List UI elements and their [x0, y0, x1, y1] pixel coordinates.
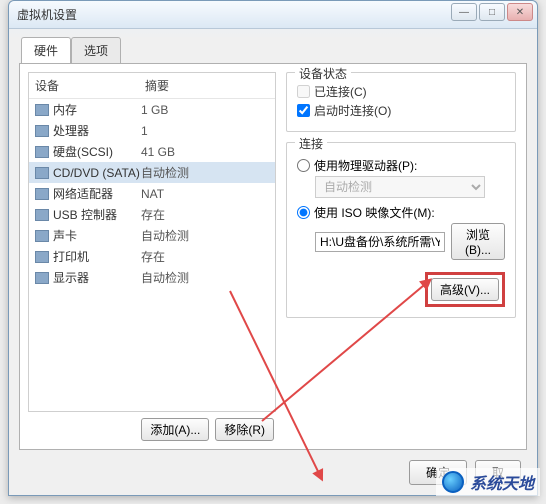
remove-hardware-button[interactable]: 移除(R)	[215, 418, 274, 441]
cpu-icon	[35, 125, 49, 137]
watermark-text: 系统天地	[470, 470, 534, 494]
hardware-name: 处理器	[53, 122, 89, 139]
use-iso-radio[interactable]	[297, 206, 310, 219]
hardware-name: 硬盘(SCSI)	[53, 143, 113, 160]
hardware-row[interactable]: 硬盘(SCSI) 41 GB	[29, 141, 275, 162]
hardware-row[interactable]: USB 控制器 存在	[29, 204, 275, 225]
tab-options[interactable]: 选项	[71, 37, 121, 64]
connected-checkbox	[297, 85, 310, 98]
hardware-summary: NAT	[141, 187, 269, 201]
iso-path-input[interactable]	[315, 232, 445, 252]
window-controls: — □ ✕	[451, 3, 533, 21]
poweron-label: 启动时连接(O)	[314, 102, 391, 119]
device-config-pane: 设备状态 已连接(C) 启动时连接(O) 连接 使用物理驱动器(P):	[286, 72, 518, 441]
close-button[interactable]: ✕	[507, 3, 533, 21]
watermark-logo-icon	[442, 471, 464, 493]
hardware-list-header: 设备 摘要	[29, 73, 275, 99]
vm-settings-window: 虚拟机设置 — □ ✕ 硬件 选项 设备 摘要 内存 1 GB 处理器 1 硬盘(SCS…	[8, 0, 538, 496]
physical-drive-select: 自动检测	[315, 176, 485, 198]
connection-title: 连接	[295, 135, 327, 152]
sound-icon	[35, 230, 49, 242]
hardware-row[interactable]: CD/DVD (SATA)自动检测	[29, 162, 275, 183]
use-physical-label: 使用物理驱动器(P):	[314, 157, 417, 174]
hardware-name: 内存	[53, 101, 77, 118]
hardware-row[interactable]: 处理器 1	[29, 120, 275, 141]
hardware-row[interactable]: 网络适配器 NAT	[29, 183, 275, 204]
hardware-name: 声卡	[53, 227, 77, 244]
hardware-row[interactable]: 内存 1 GB	[29, 99, 275, 120]
memory-icon	[35, 104, 49, 116]
hardware-name: 网络适配器	[53, 185, 113, 202]
hardware-name: USB 控制器	[53, 206, 117, 223]
use-physical-radio[interactable]	[297, 159, 310, 172]
disk-icon	[35, 146, 49, 158]
hardware-summary: 自动检测	[141, 227, 269, 244]
titlebar[interactable]: 虚拟机设置 — □ ✕	[9, 1, 537, 29]
net-icon	[35, 188, 49, 200]
hardware-summary: 存在	[141, 248, 269, 265]
poweron-checkbox-row[interactable]: 启动时连接(O)	[297, 102, 505, 119]
window-body: 硬件 选项 设备 摘要 内存1 GB处理器1硬盘(SCSI)41 GBCD/DV…	[9, 29, 537, 495]
hardware-list: 设备 摘要 内存1 GB处理器1硬盘(SCSI)41 GBCD/DVD (SAT…	[28, 72, 276, 412]
cd-icon	[35, 167, 49, 179]
hardware-list-body: 内存1 GB处理器1硬盘(SCSI)41 GBCD/DVD (SATA)自动检测…	[29, 99, 275, 411]
use-iso-radio-row[interactable]: 使用 ISO 映像文件(M):	[297, 204, 505, 221]
advanced-row: 高级(V)...	[297, 272, 505, 307]
device-status-title: 设备状态	[295, 65, 351, 82]
hardware-summary: 自动检测	[141, 269, 269, 286]
window-title: 虚拟机设置	[17, 6, 77, 23]
use-iso-label: 使用 ISO 映像文件(M):	[314, 204, 435, 221]
hardware-summary: 41 GB	[141, 145, 269, 159]
hardware-row[interactable]: 打印机 存在	[29, 246, 275, 267]
col-summary: 摘要	[145, 77, 169, 94]
connected-label: 已连接(C)	[314, 83, 367, 100]
hardware-summary: 存在	[141, 206, 269, 223]
watermark: 系统天地	[436, 468, 540, 496]
advanced-highlight: 高级(V)...	[425, 272, 505, 307]
hardware-row[interactable]: 声卡 自动检测	[29, 225, 275, 246]
connected-checkbox-row[interactable]: 已连接(C)	[297, 83, 505, 100]
printer-icon	[35, 251, 49, 263]
connection-group: 连接 使用物理驱动器(P): 自动检测 使用 ISO 映像文件(M):	[286, 142, 516, 318]
hardware-name: 打印机	[53, 248, 89, 265]
hardware-name: 显示器	[53, 269, 89, 286]
iso-path-row: 浏览(B)...	[315, 223, 505, 260]
hardware-summary: 1	[141, 124, 269, 138]
usb-icon	[35, 209, 49, 221]
tabstrip: 硬件 选项	[19, 37, 527, 64]
minimize-button[interactable]: —	[451, 3, 477, 21]
hardware-summary: 自动检测	[141, 164, 269, 181]
advanced-button[interactable]: 高级(V)...	[431, 278, 499, 301]
browse-button[interactable]: 浏览(B)...	[451, 223, 505, 260]
col-device: 设备	[35, 77, 145, 94]
hardware-summary: 1 GB	[141, 103, 269, 117]
hardware-buttons: 添加(A)... 移除(R)	[28, 412, 276, 441]
hardware-pane: 设备 摘要 内存1 GB处理器1硬盘(SCSI)41 GBCD/DVD (SAT…	[28, 72, 276, 441]
poweron-checkbox[interactable]	[297, 104, 310, 117]
device-status-group: 设备状态 已连接(C) 启动时连接(O)	[286, 72, 516, 132]
use-physical-radio-row[interactable]: 使用物理驱动器(P):	[297, 157, 505, 174]
hardware-name: CD/DVD (SATA)	[53, 166, 140, 180]
tab-hardware[interactable]: 硬件	[21, 37, 71, 64]
maximize-button[interactable]: □	[479, 3, 505, 21]
main-panel: 设备 摘要 内存1 GB处理器1硬盘(SCSI)41 GBCD/DVD (SAT…	[19, 63, 527, 450]
add-hardware-button[interactable]: 添加(A)...	[141, 418, 209, 441]
display-icon	[35, 272, 49, 284]
hardware-row[interactable]: 显示器 自动检测	[29, 267, 275, 288]
